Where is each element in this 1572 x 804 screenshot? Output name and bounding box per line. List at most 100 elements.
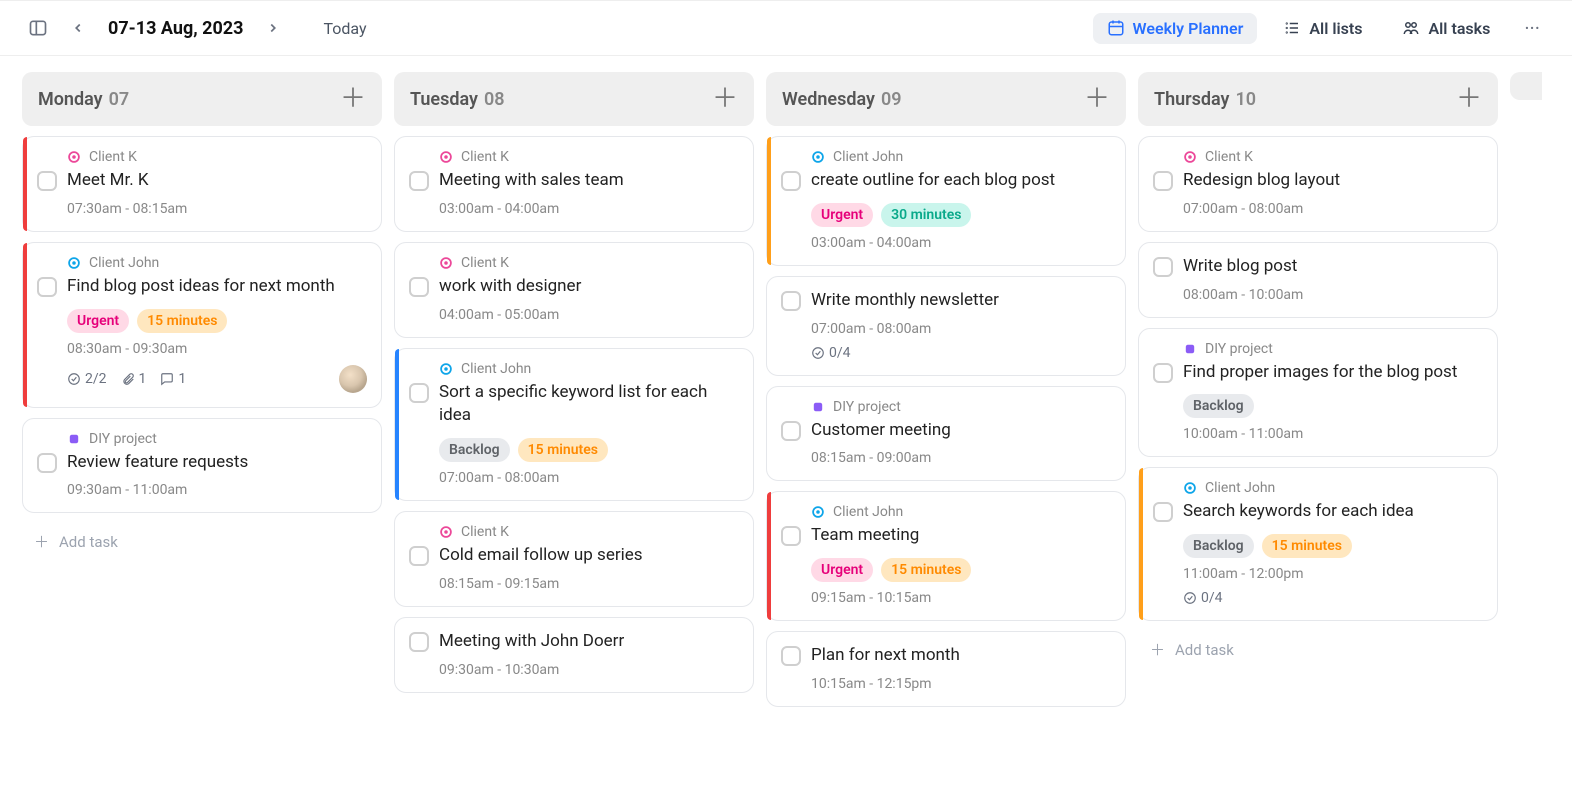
- add-task-icon[interactable]: ＋: [340, 86, 366, 112]
- weekly-planner-label: Weekly Planner: [1133, 19, 1244, 38]
- task-title: Review feature requests: [67, 451, 248, 475]
- all-lists-button[interactable]: All lists: [1269, 13, 1376, 44]
- task-title: Meeting with sales team: [439, 169, 624, 193]
- all-tasks-button[interactable]: All tasks: [1388, 13, 1504, 44]
- task-checkbox[interactable]: [1153, 502, 1173, 522]
- task-card[interactable]: Meeting with John Doerr 09:30am - 10:30a…: [394, 617, 754, 693]
- task-title: create outline for each blog post: [811, 169, 1055, 193]
- task-checkbox[interactable]: [37, 171, 57, 191]
- task-card[interactable]: DIY project Customer meeting 08:15am - 0…: [766, 386, 1126, 482]
- task-category: Client John: [781, 149, 1111, 165]
- task-card[interactable]: Client K Redesign blog layout 07:00am - …: [1138, 136, 1498, 232]
- task-card[interactable]: Write blog post 08:00am - 10:00am: [1138, 242, 1498, 318]
- comments-count: 1: [160, 371, 186, 387]
- task-time: 07:00am - 08:00am: [1153, 201, 1483, 217]
- tag-urgent: Urgent: [811, 558, 873, 582]
- task-card[interactable]: DIY project Find proper images for the b…: [1138, 328, 1498, 458]
- task-card[interactable]: DIY project Review feature requests 09:3…: [22, 418, 382, 514]
- category-icon: [439, 362, 453, 376]
- board: Monday07 ＋ Client K Meet Mr. K 07:30am -…: [0, 56, 1572, 723]
- task-category: Client K: [409, 255, 739, 271]
- task-checkbox[interactable]: [37, 277, 57, 297]
- task-category: Client John: [781, 504, 1111, 520]
- tag-backlog: Backlog: [439, 438, 510, 462]
- task-card[interactable]: Client John Search keywords for each ide…: [1138, 467, 1498, 621]
- task-checkbox[interactable]: [781, 526, 801, 546]
- prev-week-button[interactable]: [64, 14, 92, 42]
- weekly-planner-button[interactable]: Weekly Planner: [1093, 13, 1258, 44]
- subtasks-count: 0/4: [811, 345, 851, 361]
- column-title: Thursday10: [1154, 89, 1256, 110]
- task-checkbox[interactable]: [1153, 363, 1173, 383]
- today-button[interactable]: Today: [323, 19, 366, 38]
- task-card[interactable]: Plan for next month 10:15am - 12:15pm: [766, 631, 1126, 707]
- add-task-icon[interactable]: ＋: [1084, 86, 1110, 112]
- category-label: Client John: [461, 361, 531, 377]
- task-time: 03:00am - 04:00am: [781, 235, 1111, 251]
- category-label: Client John: [89, 255, 159, 271]
- task-card[interactable]: Client John Sort a specific keyword list…: [394, 348, 754, 502]
- add-task-label: Add task: [1175, 641, 1234, 659]
- add-task-label: Add task: [59, 533, 118, 551]
- task-time: 03:00am - 04:00am: [409, 201, 739, 217]
- task-card[interactable]: Client John Team meeting Urgent15 minute…: [766, 491, 1126, 621]
- add-task-button[interactable]: ＋Add task: [1138, 631, 1498, 668]
- task-card[interactable]: Client K Cold email follow up series 08:…: [394, 511, 754, 607]
- task-checkbox[interactable]: [781, 421, 801, 441]
- task-checkbox[interactable]: [409, 383, 429, 403]
- task-title: Find proper images for the blog post: [1183, 361, 1457, 385]
- task-title: Redesign blog layout: [1183, 169, 1340, 193]
- column-header: Tuesday08 ＋: [394, 72, 754, 126]
- task-category: Client John: [1153, 480, 1483, 496]
- add-task-icon[interactable]: ＋: [1456, 86, 1482, 112]
- add-task-button[interactable]: ＋Add task: [22, 523, 382, 560]
- category-icon: [439, 256, 453, 270]
- category-icon: [67, 150, 81, 164]
- task-card[interactable]: Client K Meeting with sales team 03:00am…: [394, 136, 754, 232]
- task-title: Plan for next month: [811, 644, 960, 668]
- category-icon: [1183, 342, 1197, 356]
- task-title: Write blog post: [1183, 255, 1297, 279]
- category-label: DIY project: [1205, 341, 1273, 357]
- category-icon: [1183, 150, 1197, 164]
- task-meta: 2/211: [37, 365, 367, 393]
- task-checkbox[interactable]: [409, 632, 429, 652]
- task-time: 07:00am - 08:00am: [781, 321, 1111, 337]
- task-category: DIY project: [781, 399, 1111, 415]
- task-checkbox[interactable]: [1153, 171, 1173, 191]
- task-checkbox[interactable]: [409, 546, 429, 566]
- assignee-avatar[interactable]: [339, 365, 367, 393]
- more-menu-icon[interactable]: ···: [1516, 12, 1548, 44]
- task-card[interactable]: Client John create outline for each blog…: [766, 136, 1126, 266]
- task-checkbox[interactable]: [409, 171, 429, 191]
- task-card[interactable]: Client John Find blog post ideas for nex…: [22, 242, 382, 408]
- task-checkbox[interactable]: [409, 277, 429, 297]
- task-category: Client K: [1153, 149, 1483, 165]
- task-title: Write monthly newsletter: [811, 289, 999, 313]
- task-tags: Backlog: [1153, 394, 1483, 418]
- task-category: Client K: [409, 149, 739, 165]
- task-checkbox[interactable]: [781, 171, 801, 191]
- task-checkbox[interactable]: [781, 646, 801, 666]
- task-card[interactable]: Write monthly newsletter 07:00am - 08:00…: [766, 276, 1126, 376]
- next-week-button[interactable]: [259, 14, 287, 42]
- topbar: 07-13 Aug, 2023 Today Weekly Planner All…: [0, 0, 1572, 56]
- task-checkbox[interactable]: [1153, 257, 1173, 277]
- add-task-icon[interactable]: ＋: [712, 86, 738, 112]
- task-category: DIY project: [1153, 341, 1483, 357]
- category-icon: [439, 150, 453, 164]
- task-card[interactable]: Client K Meet Mr. K 07:30am - 08:15am: [22, 136, 382, 232]
- category-icon: [67, 432, 81, 446]
- tag-15-minutes: 15 minutes: [137, 309, 227, 333]
- category-label: Client K: [89, 149, 137, 165]
- task-category: Client K: [409, 524, 739, 540]
- day-column: Monday07 ＋ Client K Meet Mr. K 07:30am -…: [22, 72, 382, 707]
- column-title: Wednesday09: [782, 89, 902, 110]
- category-icon: [811, 505, 825, 519]
- task-checkbox[interactable]: [781, 291, 801, 311]
- task-title: work with designer: [439, 275, 581, 299]
- category-icon: [67, 256, 81, 270]
- task-card[interactable]: Client K work with designer 04:00am - 05…: [394, 242, 754, 338]
- task-checkbox[interactable]: [37, 453, 57, 473]
- sidebar-toggle-icon[interactable]: [24, 14, 52, 42]
